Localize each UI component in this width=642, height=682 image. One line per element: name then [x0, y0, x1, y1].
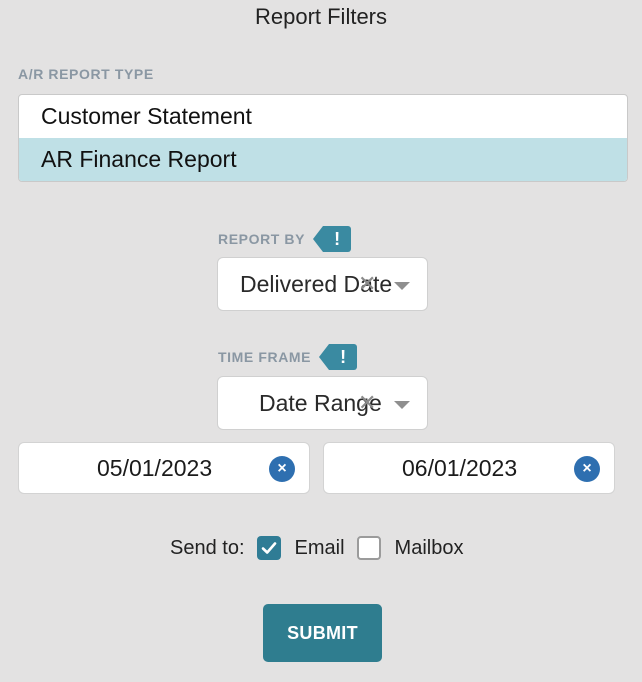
exclamation-icon: ! — [313, 226, 352, 252]
close-icon[interactable]: ✕ — [358, 392, 376, 414]
report-by-label: REPORT BY — [218, 231, 306, 247]
check-icon — [261, 542, 276, 554]
report-by-select[interactable]: Delivered Date ✕ — [217, 257, 428, 311]
time-frame-label-row: TIME FRAME ! — [218, 344, 358, 370]
report-type-option-customer-statement[interactable]: Customer Statement — [19, 95, 627, 138]
chevron-down-icon[interactable] — [394, 282, 410, 290]
email-checkbox[interactable] — [256, 536, 281, 560]
chevron-down-icon[interactable] — [394, 401, 410, 409]
time-frame-select[interactable]: Date Range ✕ — [217, 376, 428, 430]
clear-end-date-button[interactable]: × — [574, 456, 600, 482]
time-frame-label: TIME FRAME — [218, 349, 312, 365]
report-by-label-row: REPORT BY ! — [218, 226, 352, 252]
close-icon[interactable]: ✕ — [358, 273, 376, 295]
end-date-value: 06/01/2023 — [402, 455, 518, 481]
mailbox-checkbox[interactable] — [356, 536, 381, 560]
end-date-input[interactable]: 06/01/2023 × — [323, 442, 615, 494]
mailbox-label[interactable]: Mailbox — [395, 537, 464, 560]
clear-start-date-button[interactable]: × — [269, 456, 295, 482]
start-date-value: 05/01/2023 — [97, 455, 213, 481]
report-type-list[interactable]: Customer Statement AR Finance Report — [18, 94, 628, 182]
report-type-option-ar-finance-report[interactable]: AR Finance Report — [19, 138, 627, 181]
send-to-label: Send to: — [170, 536, 245, 559]
email-label[interactable]: Email — [295, 537, 345, 560]
start-date-input[interactable]: 05/01/2023 × — [18, 442, 310, 494]
page-title: Report Filters — [254, 4, 388, 29]
report-type-label: A/R REPORT TYPE — [18, 66, 154, 82]
submit-button[interactable]: SUBMIT — [263, 604, 382, 662]
send-to-row: Send to: Email Mailbox — [170, 536, 463, 560]
exclamation-icon: ! — [319, 344, 358, 370]
